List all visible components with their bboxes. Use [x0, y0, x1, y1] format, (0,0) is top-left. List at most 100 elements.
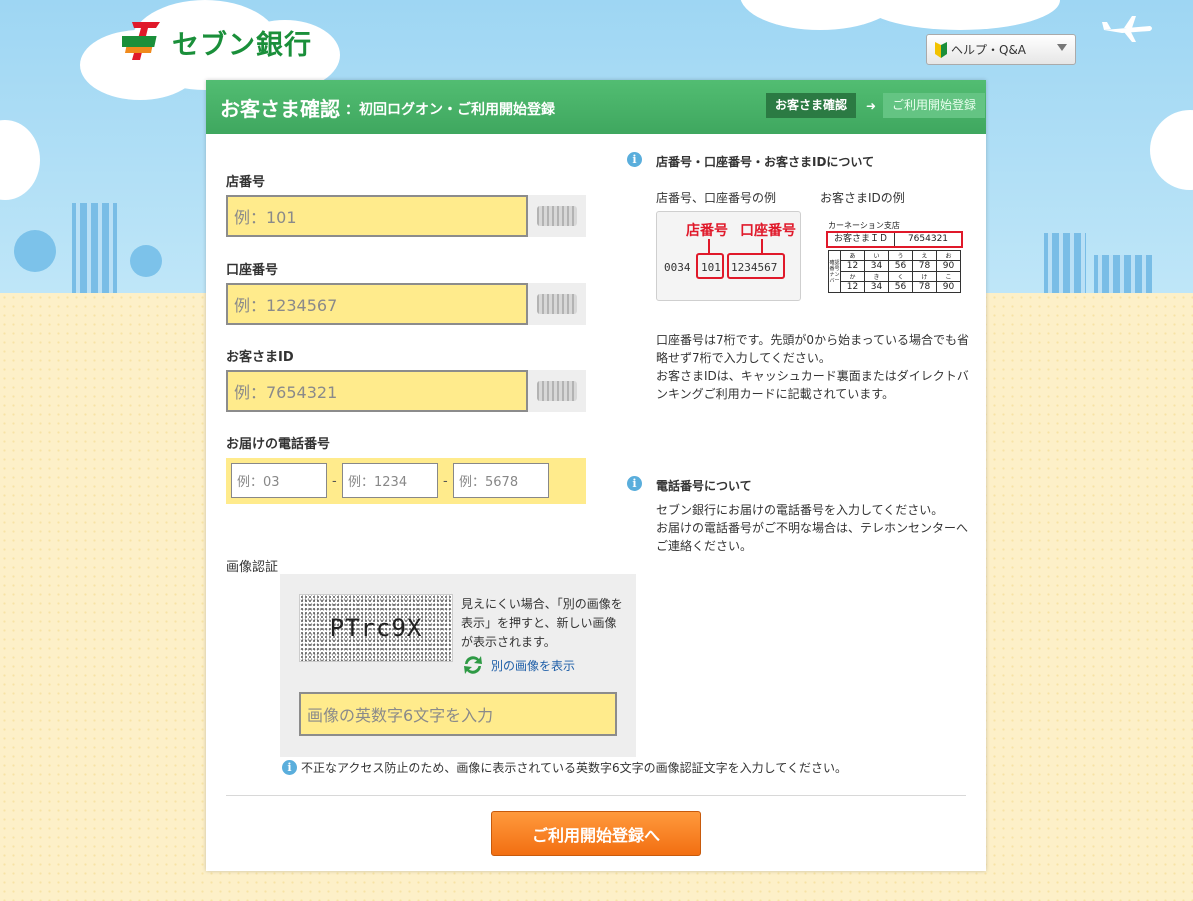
captcha-note: i 不正なアクセス防止のため、画像に表示されている英数字6文字の画像認証文字を入…	[282, 759, 847, 776]
phone-info-heading: 電話番号について	[656, 479, 752, 493]
building-shape	[1094, 255, 1152, 293]
id-info-line: 略せず7桁で入力してください。	[656, 351, 831, 365]
step-next: ご利用開始登録	[883, 93, 986, 118]
id-info-heading: 店番号・口座番号・お客さまIDについて	[656, 155, 875, 169]
submit-registration-button[interactable]: ご利用開始登録へ	[491, 811, 701, 856]
phone-exchange-input[interactable]: 例：1234	[342, 463, 438, 498]
card-cell: こ	[936, 271, 961, 282]
brand-name: セブン銀行	[172, 29, 312, 61]
phone-info-line: セブン銀行にお届けの電話番号を入力してください。	[656, 503, 944, 517]
card-cell: 90	[936, 281, 961, 293]
phone-info-text: セブン銀行にお届けの電話番号を入力してください。 お届けの電話番号がご不明な場合…	[656, 501, 968, 555]
id-info-text: 口座番号は7桁です。先頭が0から始まっている場合でも省 略せず7桁で入力してくだ…	[656, 331, 969, 403]
info-icon: i	[282, 760, 297, 775]
account-number-label: 口座番号	[226, 263, 279, 278]
branch-number-input[interactable]: 例：101	[226, 195, 528, 237]
branch-account-example-figure: 店番号 口座番号 0034 101 1234567	[656, 211, 801, 301]
card-cell: 90	[936, 260, 961, 272]
card-side-label: 確認番号ナンバー	[828, 250, 841, 293]
chevron-down-icon	[1057, 44, 1067, 51]
software-keyboard-button[interactable]	[528, 370, 586, 412]
example-branch-label: 店番号	[686, 223, 728, 239]
card-cell: く	[888, 271, 913, 282]
beginner-mark-icon	[935, 41, 947, 58]
branch-number-label: 店番号	[226, 175, 266, 190]
branch-account-example-label: 店番号、口座番号の例	[656, 191, 777, 205]
step-arrow-icon: ➜	[866, 99, 877, 113]
card-cell: け	[912, 271, 937, 282]
captcha-image-text: PTrc9X	[329, 614, 423, 642]
card-cell: か	[840, 271, 865, 282]
login-confirmation-panel: お客さま確認 ：初回ログオン・ご利用開始登録 お客さま確認 ➜ ご利用開始登録 …	[206, 80, 986, 871]
card-cell: き	[864, 271, 889, 282]
phone-separator: -	[443, 474, 448, 489]
card-cell: 12	[840, 281, 865, 293]
brand-logo[interactable]: セブン銀行	[118, 20, 312, 64]
software-keyboard-button[interactable]	[528, 283, 586, 325]
captcha-input[interactable]: 画像の英数字6文字を入力	[299, 692, 617, 736]
card-id-row: お客さまＩＤ 7654321	[826, 231, 963, 248]
card-cell: お	[936, 250, 961, 261]
card-id-value: 7654321	[907, 234, 949, 244]
example-connector	[761, 239, 763, 253]
cloud-shape	[860, 0, 1060, 30]
cloud-shape	[1150, 110, 1193, 190]
captcha-help-text: 見えにくい場合、「別の画像を表示」を押すと、新しい画像が表示されます。	[461, 597, 623, 649]
card-branch-name: カーネーション支店	[828, 221, 900, 230]
id-info-line: 口座番号は7桁です。先頭が0から始まっている場合でも省	[656, 333, 969, 347]
info-icon: i	[627, 152, 642, 167]
example-account-value: 1234567	[731, 261, 778, 274]
phone-info-line: お届けの電話番号がご不明な場合は、テレホンセンターへ	[656, 521, 969, 535]
keyboard-icon	[537, 381, 577, 401]
card-cell: 78	[912, 260, 937, 272]
captcha-refresh-link[interactable]: 別の画像を表示	[461, 654, 575, 676]
account-number-input[interactable]: 例：1234567	[226, 283, 528, 325]
card-cell: 34	[864, 260, 889, 272]
captcha-label: 画像認証	[226, 560, 279, 575]
id-info-line: お客さまIDは、キャッシュカード裏面またはダイレクトバ	[656, 369, 969, 383]
card-cell: え	[912, 250, 937, 261]
card-cell: あ	[840, 250, 865, 261]
card-number-table: 確認番号ナンバー あ い う え お 12 34 56 78 90 か き く …	[828, 250, 961, 293]
card-id-label: お客さまＩＤ	[828, 233, 895, 246]
cloud-shape	[0, 120, 40, 200]
building-shape	[72, 203, 117, 293]
customer-id-card-example: カーネーション支店 お客さまＩＤ 7654321 確認番号ナンバー あ い う …	[826, 220, 966, 294]
page-title: お客さま確認	[220, 97, 340, 121]
card-cell: 78	[912, 281, 937, 293]
airplane-icon	[1102, 16, 1152, 42]
divider	[226, 795, 966, 796]
keyboard-icon	[537, 294, 577, 314]
customer-id-input[interactable]: 例：7654321	[226, 370, 528, 412]
phone-number-group: 例：03 - 例：1234 - 例：5678	[226, 458, 586, 504]
phone-number-label: お届けの電話番号	[226, 437, 331, 452]
software-keyboard-button[interactable]	[528, 195, 586, 237]
id-info-line: ンキングご利用カードに記載されています。	[656, 387, 895, 401]
refresh-icon	[464, 656, 482, 674]
help-qa-dropdown[interactable]: ヘルプ・Q&A	[926, 34, 1076, 65]
captcha-area: PTrc9X 見えにくい場合、「別の画像を表示」を押すと、新しい画像が表示されま…	[280, 574, 636, 757]
step-current: お客さま確認	[766, 93, 857, 118]
captcha-note-text: 不正なアクセス防止のため、画像に表示されている英数字6文字の画像認証文字を入力し…	[301, 761, 847, 775]
customer-id-label: お客さまID	[226, 350, 294, 365]
customer-id-example-label: お客さまIDの例	[820, 191, 905, 205]
captcha-image: PTrc9X	[299, 594, 453, 662]
tree-shape	[14, 230, 56, 272]
example-prefix: 0034	[664, 261, 691, 274]
captcha-refresh-label: 別の画像を表示	[491, 658, 576, 673]
card-cell: 12	[840, 260, 865, 272]
tree-shape	[130, 245, 162, 277]
building-shape	[1044, 233, 1086, 293]
seven-bank-logo-icon	[118, 20, 166, 64]
card-cell: 34	[864, 281, 889, 293]
phone-subscriber-input[interactable]: 例：5678	[453, 463, 549, 498]
example-account-label: 口座番号	[740, 223, 796, 239]
keyboard-icon	[537, 206, 577, 226]
card-cell: 56	[888, 260, 913, 272]
phone-info-line: ご連絡ください。	[656, 539, 753, 553]
example-connector	[708, 239, 710, 253]
phone-separator: -	[332, 474, 337, 489]
card-cell: う	[888, 250, 913, 261]
phone-area-code-input[interactable]: 例：03	[231, 463, 327, 498]
panel-header: お客さま確認 ：初回ログオン・ご利用開始登録 お客さま確認 ➜ ご利用開始登録	[206, 80, 986, 134]
